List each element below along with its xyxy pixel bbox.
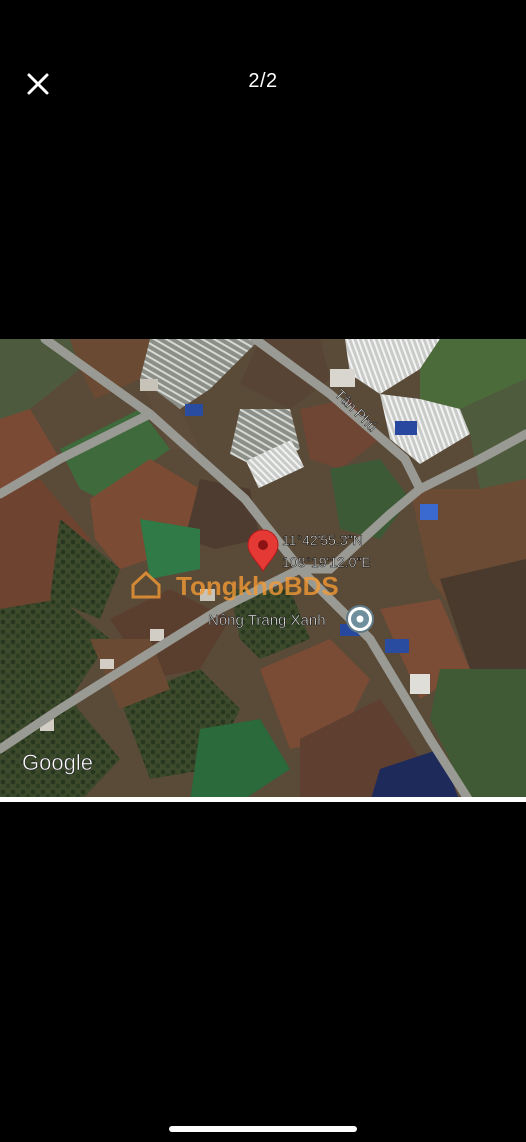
place-label: Nông Trang Xanh	[208, 612, 326, 629]
coordinate-longitude: 108°19'12.0"E	[282, 554, 371, 570]
coordinate-latitude: 11°42'55.3"N	[282, 532, 363, 548]
home-indicator[interactable]	[169, 1126, 357, 1132]
location-pin-icon	[346, 605, 374, 633]
satellite-map-photo[interactable]: Tân Phú TongkhoBDS 11°42'55.3"N 108°19'1…	[0, 339, 526, 802]
google-logo: Google	[22, 750, 93, 775]
watermark-text: TongkhoBDS	[176, 571, 339, 601]
page-counter: 2/2	[248, 70, 278, 92]
photo-bottom-edge	[0, 797, 526, 802]
